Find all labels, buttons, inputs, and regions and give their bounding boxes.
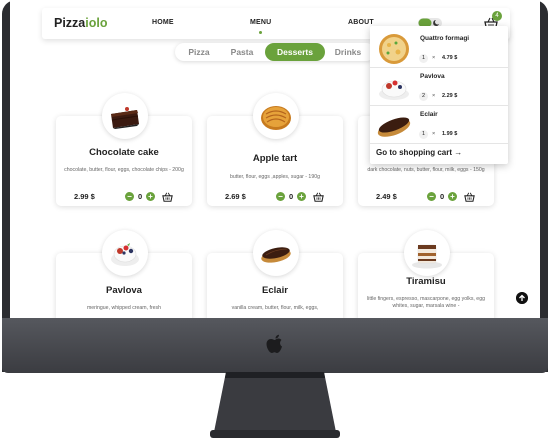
product-title: Chocolate cake [89, 147, 159, 158]
cart-item-times: × [432, 55, 436, 61]
product-title: Pavlova [106, 285, 142, 296]
brand-name-part2: iolo [85, 16, 108, 30]
product-description: chocolate, butter, flour, eggs, chocolat… [64, 167, 184, 173]
product-title: Apple tart [252, 153, 298, 164]
apple-logo-icon [266, 334, 282, 353]
brand-name-part1: Pizza [54, 16, 86, 30]
nav-about-link[interactable]: ABOUT [348, 19, 374, 26]
product-image [102, 230, 148, 276]
product-description: vanilla cream, butter, flour, milk, eggs… [231, 305, 319, 311]
product-qty: 0 [289, 192, 294, 201]
tab-pasta[interactable]: Pasta [225, 43, 259, 61]
chocolate-cake-icon [111, 107, 139, 129]
brand-logo[interactable]: Pizzaiolo [54, 16, 107, 30]
monitor-stand [210, 372, 340, 438]
product-price: 2.69 $ [225, 192, 246, 201]
product-title: Tiramisu [406, 276, 446, 287]
pizza-icon [379, 34, 409, 64]
cart-item-qty[interactable]: 1 [419, 54, 428, 63]
eclair-icon [377, 117, 411, 137]
scroll-top-button[interactable] [516, 292, 528, 304]
add-to-cart-icon[interactable] [162, 192, 173, 202]
cart-item-times: × [432, 131, 436, 137]
cart-dropdown: Quattro formagi 1 × 4.79 $ Pavlova 2 × 2… [370, 26, 508, 164]
nav-home-link[interactable]: HOME [152, 19, 174, 26]
apple-tart-icon [261, 106, 291, 130]
product-title: Eclair [262, 285, 288, 296]
pavlova-icon [111, 243, 139, 266]
tiramisu-icon [412, 244, 442, 269]
product-image [253, 230, 299, 276]
tab-desserts[interactable]: Desserts [265, 43, 325, 61]
cart-item: Quattro formagi 1 × 4.79 $ [370, 30, 508, 68]
product-image [253, 93, 299, 139]
cart-item-name: Eclair [420, 111, 438, 118]
pavlova-icon [379, 80, 409, 100]
eclair-icon [261, 247, 291, 263]
product-qty: 0 [440, 192, 445, 201]
cart-item-price: 1.99 $ [442, 131, 458, 137]
product-price: 2.49 $ [376, 192, 397, 201]
screen: Pizzaiolo HOME MENU ABOUT 4 Pizza Pasta … [10, 0, 540, 318]
decrease-qty-button[interactable]: − [276, 192, 285, 201]
monitor-frame: Pizzaiolo HOME MENU ABOUT 4 Pizza Pasta … [0, 0, 549, 442]
cart-item-name: Pavlova [420, 73, 445, 80]
product-price: 2.99 $ [74, 192, 95, 201]
increase-qty-button[interactable]: + [146, 192, 155, 201]
increase-qty-button[interactable]: + [297, 192, 306, 201]
product-image [102, 93, 148, 139]
cart-item-qty[interactable]: 2 [419, 92, 428, 101]
product-image [404, 230, 450, 276]
cart-item: Eclair 1 × 1.99 $ [370, 106, 508, 144]
increase-qty-button[interactable]: + [448, 192, 457, 201]
tab-pizza[interactable]: Pizza [183, 43, 215, 61]
product-description: meringue, whipped cream, fresh [86, 305, 162, 311]
cart-item-name: Quattro formagi [420, 35, 470, 42]
cart-item-price: 2.29 $ [442, 93, 458, 99]
cart-count-badge: 4 [492, 11, 502, 21]
cart-item-times: × [432, 93, 436, 99]
tab-drinks[interactable]: Drinks [330, 43, 366, 61]
go-to-cart-link[interactable]: Go to shopping cart → [376, 148, 462, 157]
product-description: dark chocolate, nuts, butter, flour, mil… [367, 167, 485, 173]
decrease-qty-button[interactable]: − [125, 192, 134, 201]
product-description: butter, flour, eggs ,apples, sugar - 190… [230, 174, 320, 180]
category-tabs: Pizza Pasta Desserts Drinks [175, 43, 375, 61]
cart-item: Pavlova 2 × 2.29 $ [370, 68, 508, 106]
cart-item-qty[interactable]: 1 [419, 130, 428, 139]
product-description: little fingers, espresso, mascarpone, eg… [367, 296, 485, 309]
active-nav-indicator [259, 31, 262, 34]
add-to-cart-icon[interactable] [313, 192, 324, 202]
product-qty: 0 [138, 192, 143, 201]
cart-item-price: 4.79 $ [442, 55, 458, 61]
decrease-qty-button[interactable]: − [427, 192, 436, 201]
nav-menu-link[interactable]: MENU [250, 19, 271, 26]
add-to-cart-icon[interactable] [464, 192, 475, 202]
